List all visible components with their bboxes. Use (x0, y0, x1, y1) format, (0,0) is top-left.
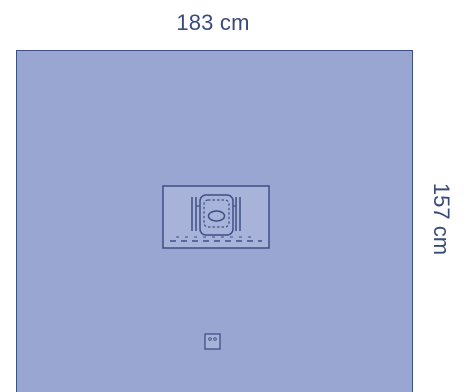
drape-details (162, 185, 270, 350)
drape-diagram: 183 cm 157 cm (0, 0, 467, 392)
holder-tab (204, 333, 221, 350)
fenestration-panel (162, 185, 270, 249)
holder-tab-outline (204, 333, 221, 350)
